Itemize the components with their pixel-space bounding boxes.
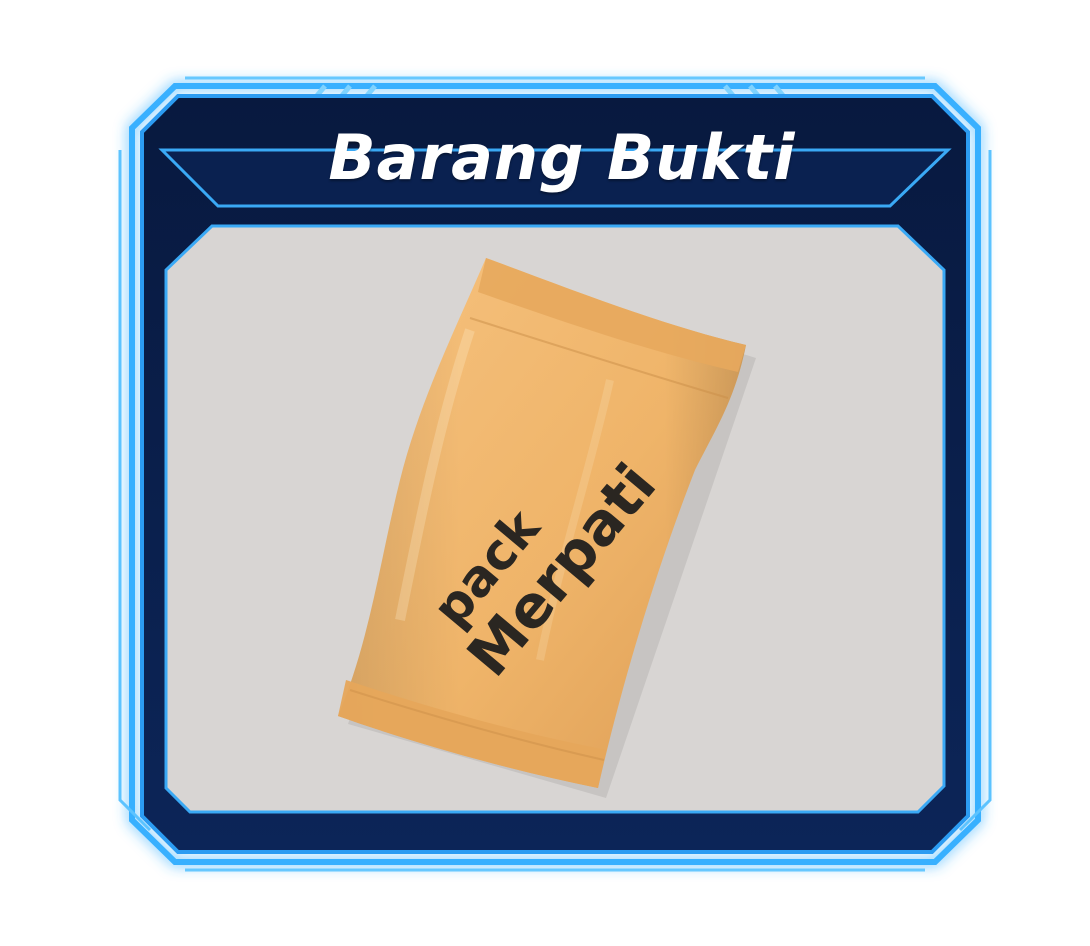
- panel-title: Barang Bukti: [328, 121, 796, 194]
